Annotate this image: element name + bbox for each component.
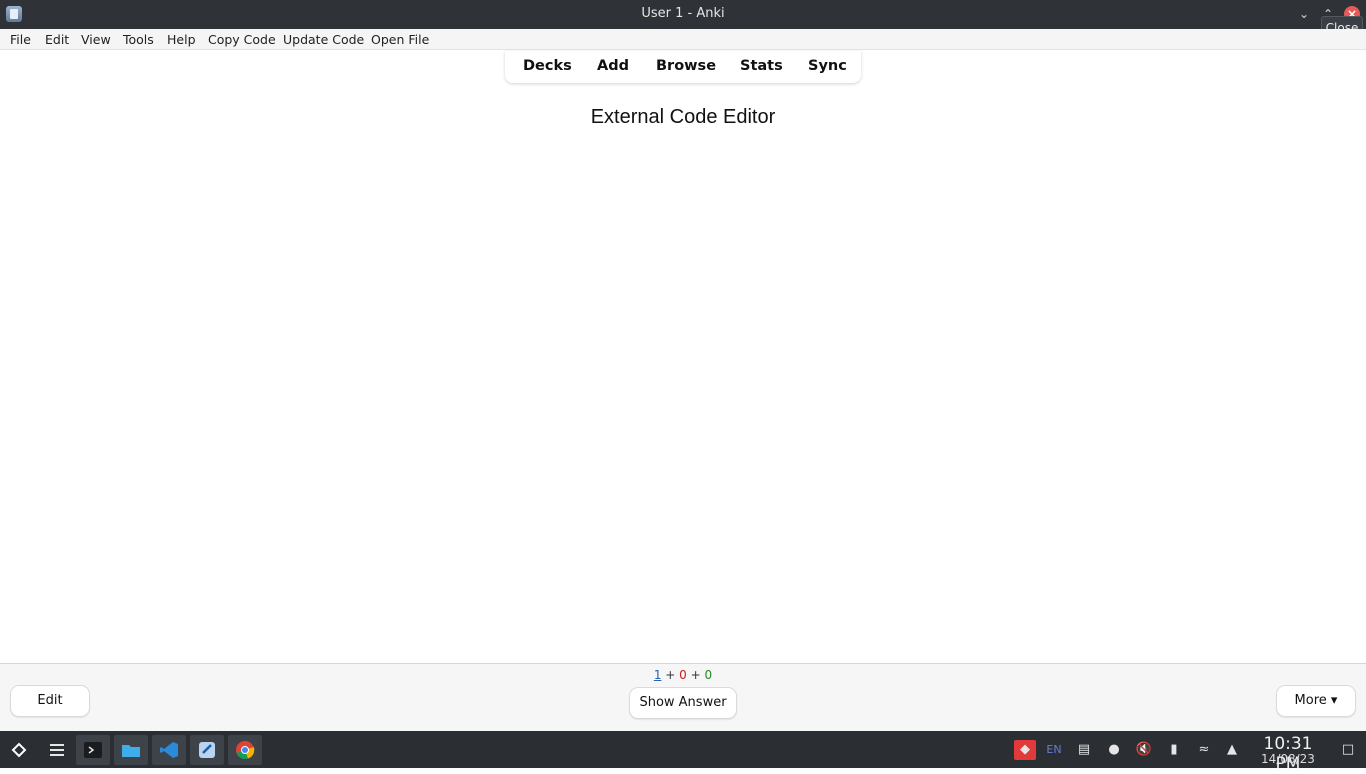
menu-copy-code[interactable]: Copy Code <box>208 32 276 47</box>
show-answer-button[interactable]: Show Answer <box>629 687 737 719</box>
volume-muted-icon[interactable]: 🔇 <box>1134 740 1154 760</box>
battery-icon[interactable]: ▮ <box>1164 740 1184 760</box>
menu-tools[interactable]: Tools <box>123 32 154 47</box>
task-manager-icon[interactable] <box>40 735 74 765</box>
minimize-icon[interactable]: ⌄ <box>1296 6 1312 22</box>
menu-open-file[interactable]: Open File <box>371 32 429 47</box>
top-nav: Decks Add Browse Stats Sync <box>505 51 861 83</box>
nav-stats[interactable]: Stats <box>740 58 783 74</box>
new-count: 1 <box>653 668 662 682</box>
lightbulb-icon[interactable]: ● <box>1104 740 1124 760</box>
vscode-icon[interactable] <box>152 735 186 765</box>
card-question-text: External Code Editor <box>590 106 776 128</box>
nav-add[interactable]: Add <box>597 58 629 74</box>
menu-edit[interactable]: Edit <box>45 32 69 47</box>
title-bar: User 1 - Anki ⌄ ⌃ × Close <box>0 0 1366 40</box>
learning-count: 0 <box>679 668 687 682</box>
anydesk-icon[interactable]: ◆ <box>1014 740 1036 760</box>
count-separator: + <box>665 668 676 682</box>
menu-update-code[interactable]: Update Code <box>283 32 364 47</box>
menu-help[interactable]: Help <box>167 32 196 47</box>
menu-bar: File Edit View Tools Help Copy Code Upda… <box>0 29 1366 50</box>
terminal-icon[interactable] <box>76 735 110 765</box>
file-manager-icon[interactable] <box>114 735 148 765</box>
window-title: User 1 - Anki <box>641 6 725 21</box>
menu-view[interactable]: View <box>81 32 111 47</box>
nav-browse[interactable]: Browse <box>656 58 716 74</box>
taskbar: ◆ EN ▤ ● 🔇 ▮ ≈ ▲ 10:31 PM 14/08/23 □ <box>0 731 1366 774</box>
edit-button[interactable]: Edit <box>10 685 90 717</box>
wifi-icon[interactable]: ≈ <box>1194 740 1214 760</box>
keyboard-layout-indicator[interactable]: EN <box>1044 740 1064 760</box>
anki-icon[interactable] <box>190 735 224 765</box>
show-hidden-icons-icon[interactable]: ▲ <box>1222 740 1242 760</box>
nav-decks[interactable]: Decks <box>523 58 572 74</box>
more-button[interactable]: More ▾ <box>1276 685 1356 717</box>
reviewer-bottom-bar: 1 + 0 + 0 Edit Show Answer More ▾ <box>0 663 1366 731</box>
review-count: 0 <box>704 668 713 682</box>
app-launcher-icon[interactable] <box>2 735 36 765</box>
nav-sync[interactable]: Sync <box>808 58 847 74</box>
show-desktop-icon[interactable]: □ <box>1338 740 1358 760</box>
menu-file[interactable]: File <box>10 32 31 47</box>
clock-date[interactable]: 14/08/23 <box>1250 752 1326 766</box>
count-separator: + <box>690 668 701 682</box>
due-counts: 1 + 0 + 0 <box>0 668 1366 682</box>
chrome-icon[interactable] <box>228 735 262 765</box>
clipboard-icon[interactable]: ▤ <box>1074 740 1094 760</box>
